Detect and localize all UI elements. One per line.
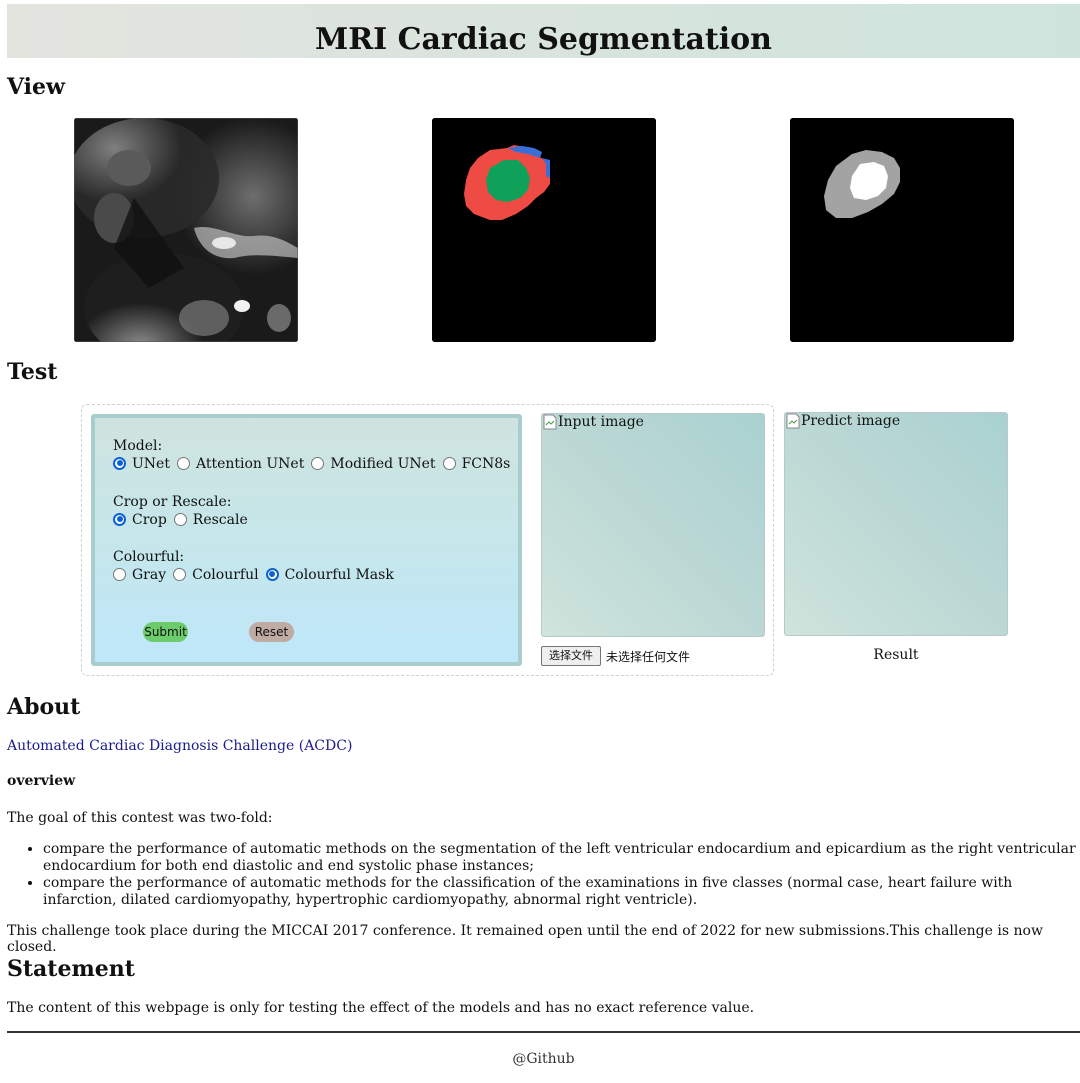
closing-text: This challenge took place during the MIC… bbox=[7, 923, 1043, 955]
model-option-label: Attention UNet bbox=[195, 456, 305, 472]
mri-input-image bbox=[74, 118, 298, 342]
model-radio-unet[interactable] bbox=[113, 456, 126, 470]
statement-heading: Statement bbox=[7, 956, 135, 982]
page-title: MRI Cardiac Segmentation bbox=[314, 22, 772, 57]
file-status: 未选择任何文件 bbox=[606, 650, 691, 664]
colour-label: Colourful: bbox=[113, 549, 185, 565]
choose-file-button[interactable]: 选择文件 bbox=[541, 646, 601, 666]
overview-title: overview bbox=[7, 773, 76, 789]
colour-mask-image bbox=[432, 118, 656, 342]
crop-label: Crop or Rescale: bbox=[113, 494, 232, 510]
colour-radio-colourful[interactable] bbox=[173, 567, 187, 581]
crop-radio-rescale[interactable] bbox=[173, 512, 187, 526]
statement-text: The content of this webpage is only for … bbox=[7, 1000, 755, 1016]
crop-radio-group: Crop Rescale bbox=[113, 512, 250, 528]
acdc-link[interactable]: Automated Cardiac Diagnosis Challenge (A… bbox=[7, 738, 352, 754]
github-link[interactable]: @Github bbox=[512, 1051, 574, 1067]
crop-radio-crop[interactable] bbox=[113, 512, 126, 526]
broken-image-icon bbox=[543, 414, 557, 430]
goal-intro: The goal of this contest was two-fold: bbox=[7, 810, 273, 826]
page-header: MRI Cardiac Segmentation bbox=[7, 4, 1080, 58]
model-radio-fcn8s[interactable] bbox=[442, 456, 456, 470]
list-item: compare the performance of automatic met… bbox=[43, 841, 1080, 875]
input-image-alt: Input image bbox=[558, 414, 644, 430]
model-option-label: UNet bbox=[132, 456, 170, 472]
model-option-label: Modified UNet bbox=[330, 456, 436, 472]
predict-image-preview: Predict image bbox=[784, 412, 1008, 636]
colour-radio-colourful-mask[interactable] bbox=[265, 567, 279, 581]
colour-option-label: Colourful Mask bbox=[284, 567, 394, 583]
input-image-preview: Input image bbox=[541, 413, 765, 637]
view-heading: View bbox=[7, 74, 65, 100]
options-form: Model: UNet Attention UNet Modified UNet… bbox=[91, 414, 522, 666]
broken-image-icon bbox=[786, 413, 800, 429]
reset-button[interactable]: Reset bbox=[249, 622, 294, 642]
model-radio-group: UNet Attention UNet Modified UNet FCN8s bbox=[113, 456, 512, 472]
footer-divider bbox=[7, 1031, 1080, 1033]
predict-image-alt: Predict image bbox=[801, 413, 901, 429]
model-option-label: FCN8s bbox=[461, 456, 511, 472]
list-item: compare the performance of automatic met… bbox=[43, 875, 1080, 909]
goal-list: compare the performance of automatic met… bbox=[7, 841, 1080, 909]
about-heading: About bbox=[7, 694, 81, 720]
colour-option-label: Gray bbox=[132, 567, 167, 583]
model-radio-modified-unet[interactable] bbox=[311, 456, 325, 470]
colour-radio-gray[interactable] bbox=[113, 567, 126, 581]
gray-mask-image bbox=[790, 118, 1014, 342]
crop-option-label: Crop bbox=[132, 512, 167, 528]
colour-option-label: Colourful bbox=[192, 567, 259, 583]
crop-option-label: Rescale bbox=[192, 512, 248, 528]
model-label: Model: bbox=[113, 438, 163, 454]
submit-button[interactable]: Submit bbox=[143, 622, 188, 642]
model-radio-attention-unet[interactable] bbox=[176, 456, 190, 470]
test-heading: Test bbox=[7, 359, 58, 385]
result-label: Result bbox=[873, 647, 919, 663]
colour-radio-group: Gray Colourful Colourful Mask bbox=[113, 567, 396, 583]
